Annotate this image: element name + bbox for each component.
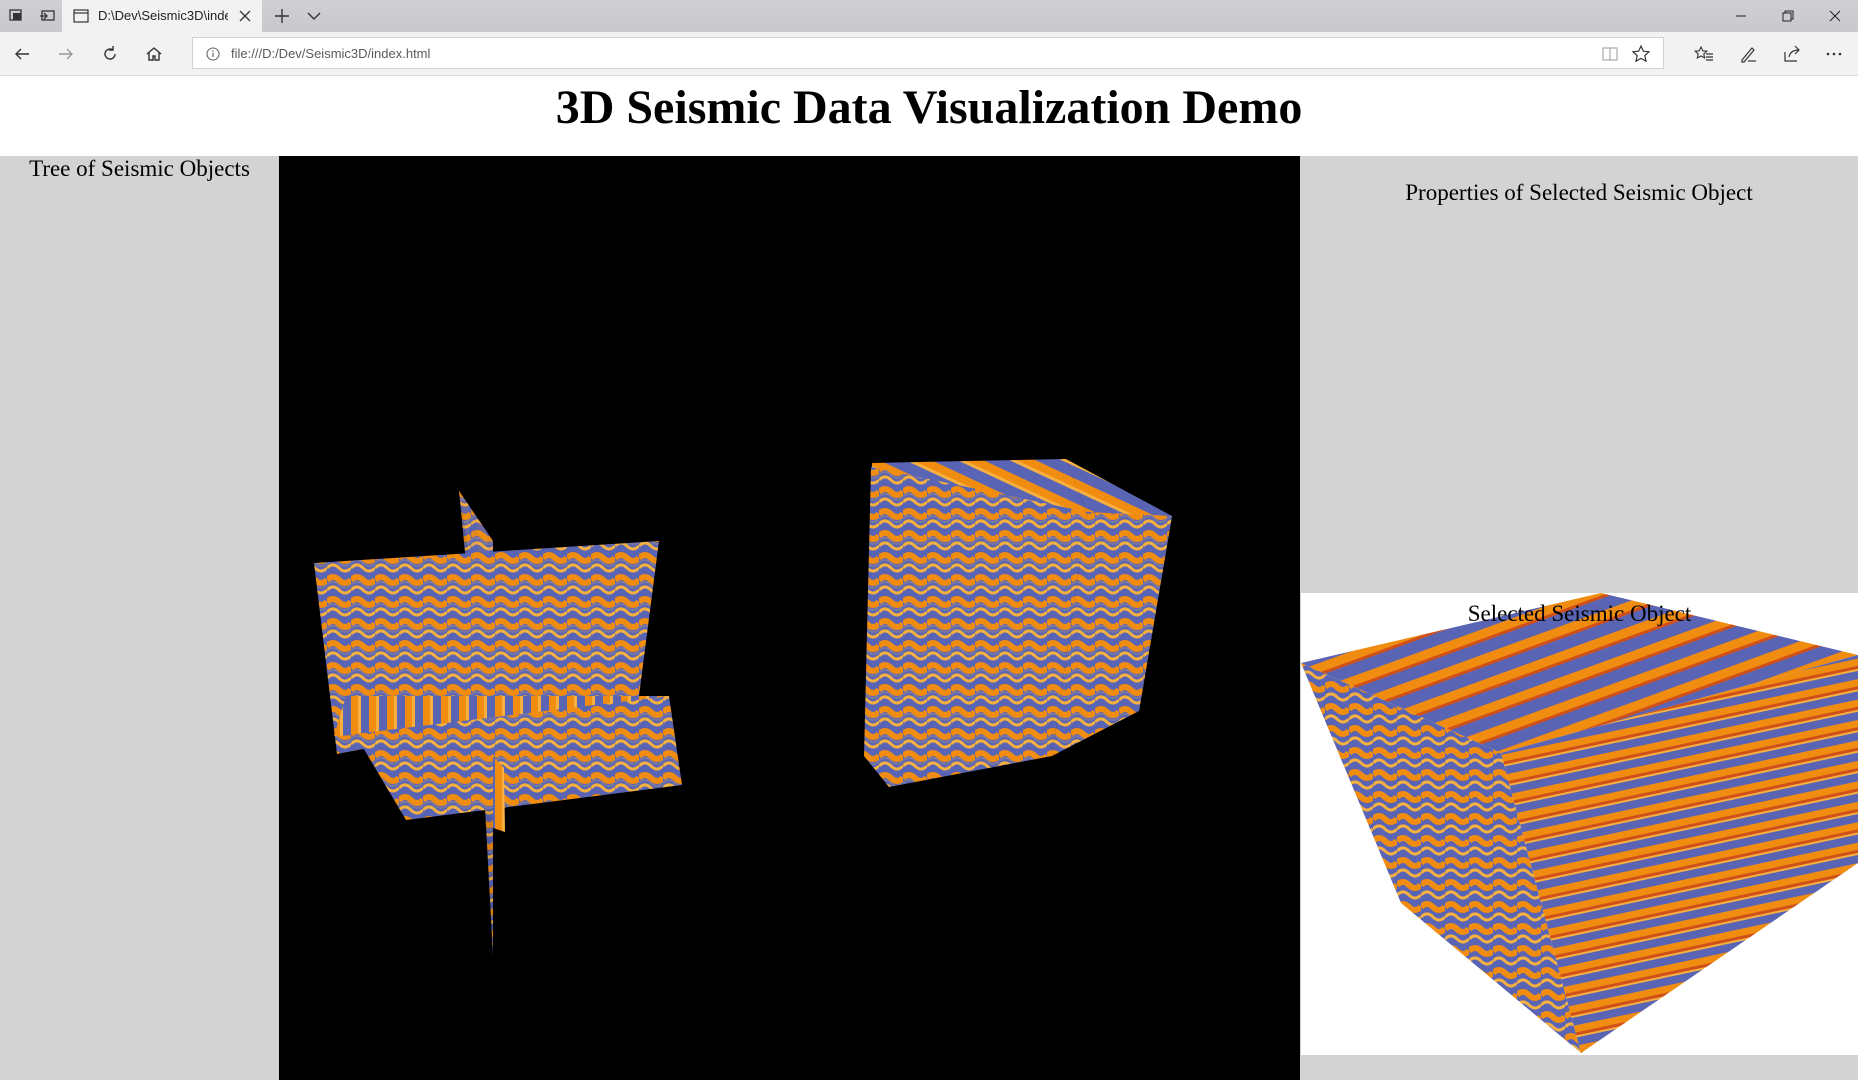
close-window-icon[interactable] — [1812, 0, 1858, 32]
seismic-slices-object[interactable] — [314, 491, 682, 956]
tab-actions-icon[interactable] — [6, 6, 26, 26]
chevron-down-icon[interactable] — [304, 6, 324, 26]
tree-heading: Tree of Seismic Objects — [29, 156, 250, 181]
minimize-icon[interactable] — [1718, 0, 1764, 32]
page-icon — [72, 7, 90, 30]
browser-titlebar: D:\Dev\Seismic3D\index.html — [0, 0, 1858, 32]
browser-navbar: file:///D:/Dev/Seismic3D/index.html — [0, 32, 1858, 76]
favorite-star-icon[interactable] — [1631, 44, 1651, 69]
3d-viewport[interactable] — [279, 156, 1300, 1080]
tree-panel[interactable]: Tree of Seismic Objects — [0, 156, 279, 1080]
selected-object-preview[interactable]: Selected Seismic Object — [1301, 593, 1858, 1055]
info-icon[interactable] — [205, 46, 221, 67]
close-icon[interactable] — [236, 7, 254, 30]
refresh-icon[interactable] — [98, 42, 122, 66]
tab-aside-icon[interactable] — [38, 6, 58, 26]
url-text[interactable]: file:///D:/Dev/Seismic3D/index.html — [231, 46, 430, 61]
pen-icon[interactable] — [1736, 42, 1760, 66]
page-title: 3D Seismic Data Visualization Demo — [555, 81, 1303, 134]
more-icon[interactable] — [1822, 42, 1846, 66]
address-bar[interactable]: file:///D:/Dev/Seismic3D/index.html — [192, 37, 1664, 69]
selected-heading: Selected Seismic Object — [1467, 601, 1692, 626]
tab-title: D:\Dev\Seismic3D\index.html — [98, 8, 228, 23]
new-tab-icon[interactable] — [272, 6, 292, 26]
restore-icon[interactable] — [1765, 0, 1811, 32]
reading-view-icon[interactable] — [1601, 45, 1619, 68]
back-icon[interactable] — [10, 42, 34, 66]
home-icon[interactable] — [142, 42, 166, 66]
properties-heading: Properties of Selected Seismic Object — [1405, 180, 1753, 205]
browser-tab[interactable]: D:\Dev\Seismic3D\index.html — [62, 0, 262, 32]
share-icon[interactable] — [1780, 42, 1804, 66]
seismic-cube-object[interactable] — [864, 459, 1172, 787]
favorites-list-icon[interactable] — [1692, 42, 1716, 66]
forward-icon[interactable] — [54, 42, 78, 66]
